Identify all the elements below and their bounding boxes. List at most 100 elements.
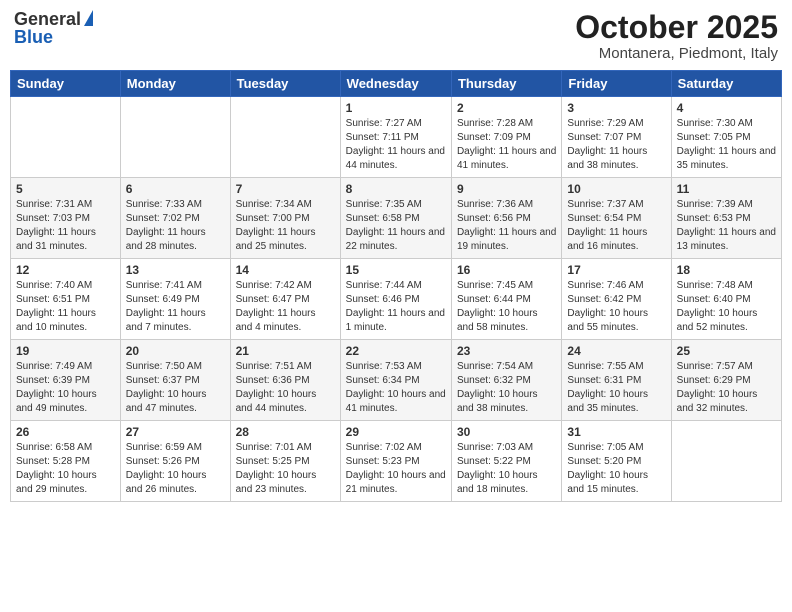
calendar-cell (120, 97, 230, 178)
weekday-header-tuesday: Tuesday (230, 71, 340, 97)
day-info: Sunrise: 7:05 AMSunset: 5:20 PMDaylight:… (567, 441, 665, 497)
calendar-cell: 22 Sunrise: 7:53 AMSunset: 6:34 PMDayligh… (340, 340, 451, 421)
logo-triangle-icon (84, 10, 93, 26)
day-info: Sunrise: 7:48 AMSunset: 6:40 PMDaylight:… (677, 279, 776, 335)
day-info: Sunrise: 7:28 AMSunset: 7:09 PMDaylight:… (457, 117, 556, 173)
calendar-cell: 23 Sunrise: 7:54 AMSunset: 6:32 PMDayligh… (451, 340, 561, 421)
day-number: 22 (346, 344, 446, 358)
calendar-cell: 29Sunrise: 7:02 AMSunset: 5:23 PMDayligh… (340, 421, 451, 502)
calendar-cell: 9 Sunrise: 7:36 AMSunset: 6:56 PMDaylight… (451, 178, 561, 259)
calendar-cell: 14 Sunrise: 7:42 AMSunset: 6:47 PMDayligh… (230, 259, 340, 340)
day-number: 1 (346, 101, 446, 115)
day-number: 29 (346, 425, 446, 439)
weekday-header-friday: Friday (562, 71, 671, 97)
week-row-5: 26 Sunrise: 6:58 AMSunset: 5:28 PMDayligh… (11, 421, 782, 502)
day-info: Sunrise: 7:41 AMSunset: 6:49 PMDaylight:… (126, 279, 225, 335)
day-info: Sunrise: 6:59 AMSunset: 5:26 PMDaylight:… (126, 441, 225, 497)
day-number: 24 (567, 344, 665, 358)
calendar-cell: 4 Sunrise: 7:30 AMSunset: 7:05 PMDaylight… (671, 97, 781, 178)
day-number: 6 (126, 182, 225, 196)
day-info: Sunrise: 7:45 AMSunset: 6:44 PMDaylight:… (457, 279, 556, 335)
calendar-cell: 27 Sunrise: 6:59 AMSunset: 5:26 PMDayligh… (120, 421, 230, 502)
calendar-cell: 16 Sunrise: 7:45 AMSunset: 6:44 PMDayligh… (451, 259, 561, 340)
day-info: Sunrise: 7:27 AMSunset: 7:11 PMDaylight:… (346, 117, 446, 173)
weekday-header-monday: Monday (120, 71, 230, 97)
weekday-header-thursday: Thursday (451, 71, 561, 97)
day-info: Sunrise: 6:58 AMSunset: 5:28 PMDaylight:… (16, 441, 115, 497)
weekday-header-saturday: Saturday (671, 71, 781, 97)
day-info: Sunrise: 7:53 AMSunset: 6:34 PMDaylight:… (346, 360, 446, 416)
day-info: Sunrise: 7:44 AMSunset: 6:46 PMDaylight:… (346, 279, 446, 335)
day-number: 19 (16, 344, 115, 358)
day-info: Sunrise: 7:30 AMSunset: 7:05 PMDaylight:… (677, 117, 776, 173)
calendar-cell: 8 Sunrise: 7:35 AMSunset: 6:58 PMDaylight… (340, 178, 451, 259)
calendar-cell: 15Sunrise: 7:44 AMSunset: 6:46 PMDayligh… (340, 259, 451, 340)
week-row-3: 12 Sunrise: 7:40 AMSunset: 6:51 PMDayligh… (11, 259, 782, 340)
day-number: 10 (567, 182, 665, 196)
day-number: 20 (126, 344, 225, 358)
day-info: Sunrise: 7:39 AMSunset: 6:53 PMDaylight:… (677, 198, 776, 254)
calendar-cell: 13 Sunrise: 7:41 AMSunset: 6:49 PMDayligh… (120, 259, 230, 340)
calendar-cell: 1 Sunrise: 7:27 AMSunset: 7:11 PMDaylight… (340, 97, 451, 178)
day-number: 11 (677, 182, 776, 196)
calendar-cell: 10Sunrise: 7:37 AMSunset: 6:54 PMDayligh… (562, 178, 671, 259)
day-number: 5 (16, 182, 115, 196)
calendar-cell: 25 Sunrise: 7:57 AMSunset: 6:29 PMDayligh… (671, 340, 781, 421)
location-text: Montanera, Piedmont, Italy (575, 45, 778, 62)
day-number: 7 (236, 182, 335, 196)
day-number: 4 (677, 101, 776, 115)
calendar-cell: 12 Sunrise: 7:40 AMSunset: 6:51 PMDayligh… (11, 259, 121, 340)
day-number: 17 (567, 263, 665, 277)
day-info: Sunrise: 7:36 AMSunset: 6:56 PMDaylight:… (457, 198, 556, 254)
calendar-cell: 7Sunrise: 7:34 AMSunset: 7:00 PMDaylight… (230, 178, 340, 259)
calendar-table: SundayMondayTuesdayWednesdayThursdayFrid… (10, 70, 782, 502)
logo: General Blue (14, 10, 93, 46)
day-info: Sunrise: 7:35 AMSunset: 6:58 PMDaylight:… (346, 198, 446, 254)
week-row-1: 1 Sunrise: 7:27 AMSunset: 7:11 PMDaylight… (11, 97, 782, 178)
calendar-cell: 19 Sunrise: 7:49 AMSunset: 6:39 PMDayligh… (11, 340, 121, 421)
day-info: Sunrise: 7:57 AMSunset: 6:29 PMDaylight:… (677, 360, 776, 416)
calendar-cell (11, 97, 121, 178)
header: General Blue October 2025 Montanera, Pie… (10, 10, 782, 62)
weekday-header-wednesday: Wednesday (340, 71, 451, 97)
day-info: Sunrise: 7:42 AMSunset: 6:47 PMDaylight:… (236, 279, 335, 335)
calendar-cell: 5Sunrise: 7:31 AMSunset: 7:03 PMDaylight… (11, 178, 121, 259)
calendar-cell: 24 Sunrise: 7:55 AMSunset: 6:31 PMDayligh… (562, 340, 671, 421)
day-number: 13 (126, 263, 225, 277)
day-info: Sunrise: 7:49 AMSunset: 6:39 PMDaylight:… (16, 360, 115, 416)
day-info: Sunrise: 7:50 AMSunset: 6:37 PMDaylight:… (126, 360, 225, 416)
weekday-header-sunday: Sunday (11, 71, 121, 97)
month-year-title: October 2025 (575, 10, 778, 45)
day-number: 12 (16, 263, 115, 277)
day-number: 16 (457, 263, 556, 277)
title-section: October 2025 Montanera, Piedmont, Italy (575, 10, 778, 62)
calendar-cell: 17 Sunrise: 7:46 AMSunset: 6:42 PMDayligh… (562, 259, 671, 340)
week-row-4: 19 Sunrise: 7:49 AMSunset: 6:39 PMDayligh… (11, 340, 782, 421)
day-number: 8 (346, 182, 446, 196)
week-row-2: 5Sunrise: 7:31 AMSunset: 7:03 PMDaylight… (11, 178, 782, 259)
day-info: Sunrise: 7:46 AMSunset: 6:42 PMDaylight:… (567, 279, 665, 335)
day-info: Sunrise: 7:40 AMSunset: 6:51 PMDaylight:… (16, 279, 115, 335)
day-number: 2 (457, 101, 556, 115)
day-info: Sunrise: 7:54 AMSunset: 6:32 PMDaylight:… (457, 360, 556, 416)
day-number: 9 (457, 182, 556, 196)
day-number: 27 (126, 425, 225, 439)
day-number: 30 (457, 425, 556, 439)
weekday-header-row: SundayMondayTuesdayWednesdayThursdayFrid… (11, 71, 782, 97)
day-number: 14 (236, 263, 335, 277)
day-number: 26 (16, 425, 115, 439)
calendar-cell: 11 Sunrise: 7:39 AMSunset: 6:53 PMDayligh… (671, 178, 781, 259)
day-number: 23 (457, 344, 556, 358)
day-info: Sunrise: 7:03 AMSunset: 5:22 PMDaylight:… (457, 441, 556, 497)
calendar-cell: 30 Sunrise: 7:03 AMSunset: 5:22 PMDayligh… (451, 421, 561, 502)
calendar-cell: 3Sunrise: 7:29 AMSunset: 7:07 PMDaylight… (562, 97, 671, 178)
day-number: 25 (677, 344, 776, 358)
day-info: Sunrise: 7:29 AMSunset: 7:07 PMDaylight:… (567, 117, 665, 173)
calendar-cell: 28Sunrise: 7:01 AMSunset: 5:25 PMDayligh… (230, 421, 340, 502)
day-info: Sunrise: 7:55 AMSunset: 6:31 PMDaylight:… (567, 360, 665, 416)
calendar-cell: 21Sunrise: 7:51 AMSunset: 6:36 PMDayligh… (230, 340, 340, 421)
calendar-cell: 26 Sunrise: 6:58 AMSunset: 5:28 PMDayligh… (11, 421, 121, 502)
logo-blue-text: Blue (14, 28, 53, 46)
day-number: 31 (567, 425, 665, 439)
day-number: 28 (236, 425, 335, 439)
